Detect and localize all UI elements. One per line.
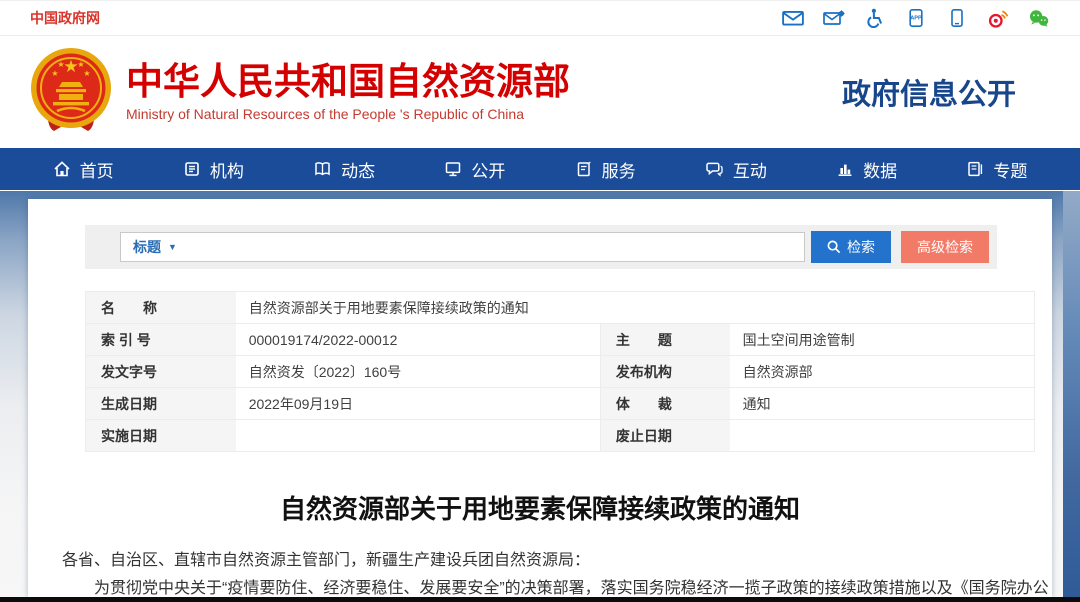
svg-text:★: ★ bbox=[57, 60, 64, 69]
search-button[interactable]: 检索 bbox=[811, 231, 891, 263]
meta-label-issuer: 发布机构 bbox=[600, 356, 730, 387]
meta-label-subject: 主 题 bbox=[600, 324, 730, 355]
accessibility-icon[interactable] bbox=[864, 8, 886, 28]
table-row: 名 称 自然资源部关于用地要素保障接续政策的通知 bbox=[86, 292, 1034, 324]
weibo-icon[interactable] bbox=[987, 8, 1009, 28]
mail-subscribe-icon[interactable] bbox=[823, 8, 845, 28]
meta-value-genre: 通知 bbox=[730, 388, 1034, 419]
meta-label-docnumber: 发文字号 bbox=[86, 356, 236, 387]
top-icon-group: APP bbox=[782, 8, 1050, 28]
ministry-title-english: Ministry of Natural Resources of the Peo… bbox=[126, 106, 570, 122]
document-title: 自然资源部关于用地要素保障接续政策的通知 bbox=[28, 489, 1052, 526]
svg-text:★: ★ bbox=[83, 69, 90, 78]
table-row: 实施日期 废止日期 bbox=[86, 420, 1034, 452]
meta-value-repeal bbox=[730, 420, 1034, 451]
nav-item-topics[interactable]: 专题 bbox=[966, 157, 1027, 182]
meta-value-subject: 国土空间用途管制 bbox=[730, 324, 1034, 355]
org-icon bbox=[183, 160, 201, 178]
meta-label-index: 索 引 号 bbox=[86, 324, 236, 355]
nav-label: 机构 bbox=[210, 157, 244, 182]
monitor-icon bbox=[444, 160, 462, 178]
top-utility-bar: 中国政府网 APP bbox=[0, 0, 1080, 36]
bottom-border bbox=[0, 597, 1080, 602]
ministry-title: 中华人民共和国自然资源部 bbox=[126, 62, 570, 103]
main-nav: 首页 机构 动态 公开 服务 互动 数据 专题 bbox=[0, 148, 1080, 190]
national-emblem-logo: ★ ★ ★ ★ ★ bbox=[30, 47, 112, 137]
meta-value-created: 2022年09月19日 bbox=[236, 388, 600, 419]
document-paragraph: 各省、自治区、直辖市自然资源主管部门，新疆生产建设兵团自然资源局： bbox=[62, 549, 1048, 572]
meta-label-effective: 实施日期 bbox=[86, 420, 236, 451]
nav-label: 公开 bbox=[471, 157, 505, 182]
svg-text:APP: APP bbox=[910, 16, 922, 22]
bar-chart-icon bbox=[836, 160, 854, 178]
mobile-icon[interactable] bbox=[946, 8, 968, 28]
document-metadata-table: 名 称 自然资源部关于用地要素保障接续政策的通知 索 引 号 000019174… bbox=[85, 291, 1035, 452]
nav-label: 数据 bbox=[863, 157, 897, 182]
wechat-icon[interactable] bbox=[1028, 8, 1050, 28]
service-doc-icon bbox=[575, 160, 593, 178]
nav-item-org[interactable]: 机构 bbox=[183, 157, 244, 182]
nav-label: 互动 bbox=[733, 157, 767, 182]
meta-value-effective bbox=[236, 420, 600, 451]
page-title: 政府信息公开 bbox=[842, 71, 1034, 113]
meta-value-docnumber: 自然资发〔2022〕160号 bbox=[236, 356, 600, 387]
table-row: 索 引 号 000019174/2022-00012 主 题 国土空间用途管制 bbox=[86, 324, 1034, 356]
nav-item-services[interactable]: 服务 bbox=[575, 157, 636, 182]
search-button-label: 检索 bbox=[847, 237, 875, 257]
meta-value-issuer: 自然资源部 bbox=[730, 356, 1034, 387]
nav-item-interaction[interactable]: 互动 bbox=[705, 157, 767, 182]
content-background: 标题 ▼ 检索 高级检索 名 称 自然资源部关于用地要素保障接续政策的通知 bbox=[0, 191, 1080, 602]
meta-label-genre: 体 裁 bbox=[600, 388, 730, 419]
nav-item-disclosure[interactable]: 公开 bbox=[444, 157, 505, 182]
chat-icon bbox=[705, 160, 724, 178]
search-bar: 标题 ▼ 检索 高级检索 bbox=[85, 225, 997, 269]
search-icon bbox=[827, 240, 841, 254]
meta-label-repeal: 废止日期 bbox=[600, 420, 730, 451]
gov-portal-link[interactable]: 中国政府网 bbox=[30, 8, 100, 28]
table-row: 生成日期 2022年09月19日 体 裁 通知 bbox=[86, 388, 1034, 420]
brand-block[interactable]: 中华人民共和国自然资源部 Ministry of Natural Resourc… bbox=[126, 62, 570, 123]
advanced-search-label: 高级检索 bbox=[917, 237, 973, 257]
nav-label: 动态 bbox=[341, 157, 375, 182]
meta-value-index: 000019174/2022-00012 bbox=[236, 324, 600, 355]
mail-icon[interactable] bbox=[782, 8, 804, 28]
search-field-selector[interactable]: 标题 bbox=[133, 237, 161, 257]
nav-item-data[interactable]: 数据 bbox=[836, 157, 897, 182]
meta-value-name: 自然资源部关于用地要素保障接续政策的通知 bbox=[236, 292, 1034, 323]
svg-text:★: ★ bbox=[77, 60, 84, 69]
home-icon bbox=[53, 160, 71, 178]
content-card: 标题 ▼ 检索 高级检索 名 称 自然资源部关于用地要素保障接续政策的通知 bbox=[28, 199, 1052, 597]
topic-book-icon bbox=[966, 160, 984, 178]
meta-label-name: 名 称 bbox=[86, 292, 236, 323]
nav-item-news[interactable]: 动态 bbox=[313, 157, 375, 182]
nav-label: 专题 bbox=[993, 157, 1027, 182]
nav-item-home[interactable]: 首页 bbox=[53, 157, 114, 182]
nav-label: 服务 bbox=[602, 157, 636, 182]
news-book-icon bbox=[313, 160, 332, 178]
svg-text:★: ★ bbox=[63, 57, 78, 76]
page: 中国政府网 APP bbox=[0, 0, 1080, 602]
advanced-search-button[interactable]: 高级检索 bbox=[901, 231, 989, 263]
search-input[interactable]: 标题 ▼ bbox=[120, 232, 805, 262]
masthead: ★ ★ ★ ★ ★ 中华人民共和国自然资源部 Ministry of Natur… bbox=[0, 36, 1080, 148]
nav-label: 首页 bbox=[80, 157, 114, 182]
app-icon[interactable]: APP bbox=[905, 8, 927, 28]
svg-text:★: ★ bbox=[51, 69, 58, 78]
chevron-down-icon[interactable]: ▼ bbox=[168, 242, 177, 252]
right-decoration-band bbox=[1063, 191, 1080, 602]
meta-label-created: 生成日期 bbox=[86, 388, 236, 419]
table-row: 发文字号 自然资发〔2022〕160号 发布机构 自然资源部 bbox=[86, 356, 1034, 388]
